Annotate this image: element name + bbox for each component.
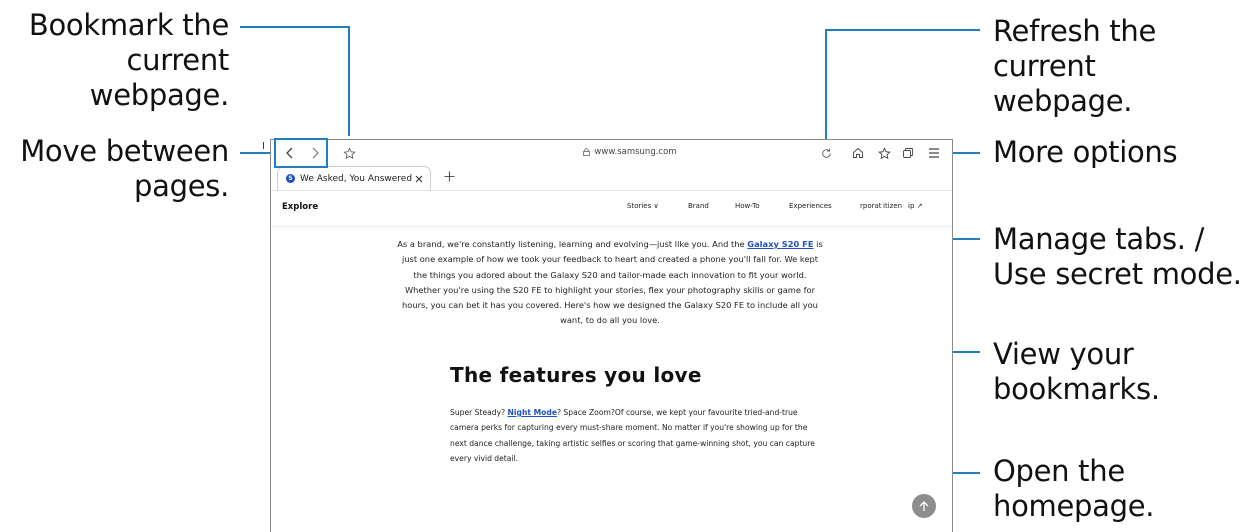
- site-nav-citizenship[interactable]: itizen: [883, 202, 902, 210]
- article-intro: As a brand, we're constantly listening, …: [395, 237, 825, 329]
- lock-icon: [583, 148, 591, 156]
- site-nav-howto[interactable]: How-To: [735, 202, 760, 210]
- home-button[interactable]: [848, 143, 868, 163]
- article-body: Super Steady? Night Mode? Space Zoom?Of …: [450, 405, 820, 466]
- callout-bookmark-line1: Bookmark the: [28, 8, 229, 42]
- scroll-top-button[interactable]: [912, 494, 936, 518]
- tab-title: We Asked, You Answered, W...: [300, 173, 412, 184]
- callout-more-line1: More options: [993, 135, 1178, 169]
- site-header: Explore Stories ∨ Brand How-To Experienc…: [270, 190, 953, 225]
- plus-icon: [444, 171, 454, 182]
- callout-bookmark: Bookmark the current webpage.: [0, 8, 229, 113]
- close-icon: [415, 175, 423, 182]
- url-text: www.samsung.com: [594, 147, 677, 157]
- callout-move: Move between pages.: [0, 134, 229, 204]
- callout-refresh: Refresh the current webpage.: [993, 14, 1242, 119]
- star-outline-icon: [342, 146, 356, 159]
- close-tab-button[interactable]: [412, 172, 426, 186]
- home-icon: [853, 147, 863, 158]
- site-nav-stories[interactable]: Stories ∨: [627, 202, 659, 210]
- fragment-mark: I: [262, 141, 265, 152]
- intro-text-after: is just one example of how we took your …: [401, 239, 823, 326]
- browser-window: www.samsung.com S We Asked, You Answered…: [270, 139, 953, 532]
- callout-move-line1: Move between: [20, 134, 229, 168]
- callout-home-line1: Open the: [993, 454, 1125, 488]
- hamburger-icon: [929, 148, 939, 158]
- callout-bookmark-line2: current webpage.: [89, 43, 230, 112]
- refresh-icon: [821, 148, 831, 158]
- callout-tabs: Manage tabs. / Use secret mode.: [993, 222, 1242, 292]
- leader-refresh-v: [825, 29, 827, 140]
- body-link-night-mode[interactable]: Night Mode: [508, 408, 557, 417]
- callout-tabs-line1: Manage tabs. /: [993, 222, 1205, 256]
- callout-more: More options: [993, 135, 1178, 170]
- tabs-icon: [903, 148, 913, 158]
- callout-refresh-line1: Refresh the current: [993, 14, 1157, 83]
- refresh-button[interactable]: [816, 143, 836, 163]
- callout-home-line2: homepage.: [993, 489, 1155, 523]
- article-heading: The features you love: [450, 363, 702, 387]
- callout-bookmarks-line1: View your: [993, 337, 1134, 371]
- site-nav-more[interactable]: ip ↗: [908, 202, 922, 210]
- site-nav-corporate[interactable]: rporat: [860, 202, 882, 210]
- intro-link-galaxy[interactable]: Galaxy S20 FE: [747, 239, 813, 249]
- callout-move-line2: pages.: [134, 169, 229, 203]
- callout-bookmarks-line2: bookmarks.: [993, 372, 1160, 406]
- bookmark-button[interactable]: [339, 143, 359, 163]
- address-bar[interactable]: www.samsung.com: [510, 144, 750, 160]
- bookmarks-button[interactable]: [874, 143, 894, 163]
- intro-text-before: As a brand, we're constantly listening, …: [397, 239, 748, 249]
- nav-buttons-highlight: [274, 138, 328, 168]
- leader-bookmark-h: [240, 26, 350, 28]
- site-nav-brand[interactable]: Brand: [688, 202, 709, 210]
- tabs-button[interactable]: [898, 143, 918, 163]
- arrow-up-icon: [919, 500, 929, 511]
- callout-refresh-line2: webpage.: [993, 84, 1133, 118]
- leader-bookmark-v: [348, 26, 350, 136]
- star-list-icon: [877, 146, 891, 159]
- callout-tabs-line2: Use secret mode.: [993, 257, 1242, 291]
- callout-home: Open the homepage.: [993, 454, 1154, 524]
- samsung-favicon-icon: S: [286, 174, 295, 183]
- leader-refresh-h: [825, 29, 980, 31]
- site-explore-link[interactable]: Explore: [282, 202, 318, 212]
- more-options-button[interactable]: [924, 143, 944, 163]
- site-nav-experiences[interactable]: Experiences: [789, 202, 832, 210]
- tab-active[interactable]: S We Asked, You Answered, W...: [277, 166, 431, 190]
- callout-bookmarks: View your bookmarks.: [993, 337, 1160, 407]
- new-tab-button[interactable]: [440, 168, 458, 186]
- body-text-before: Super Steady?: [450, 408, 508, 417]
